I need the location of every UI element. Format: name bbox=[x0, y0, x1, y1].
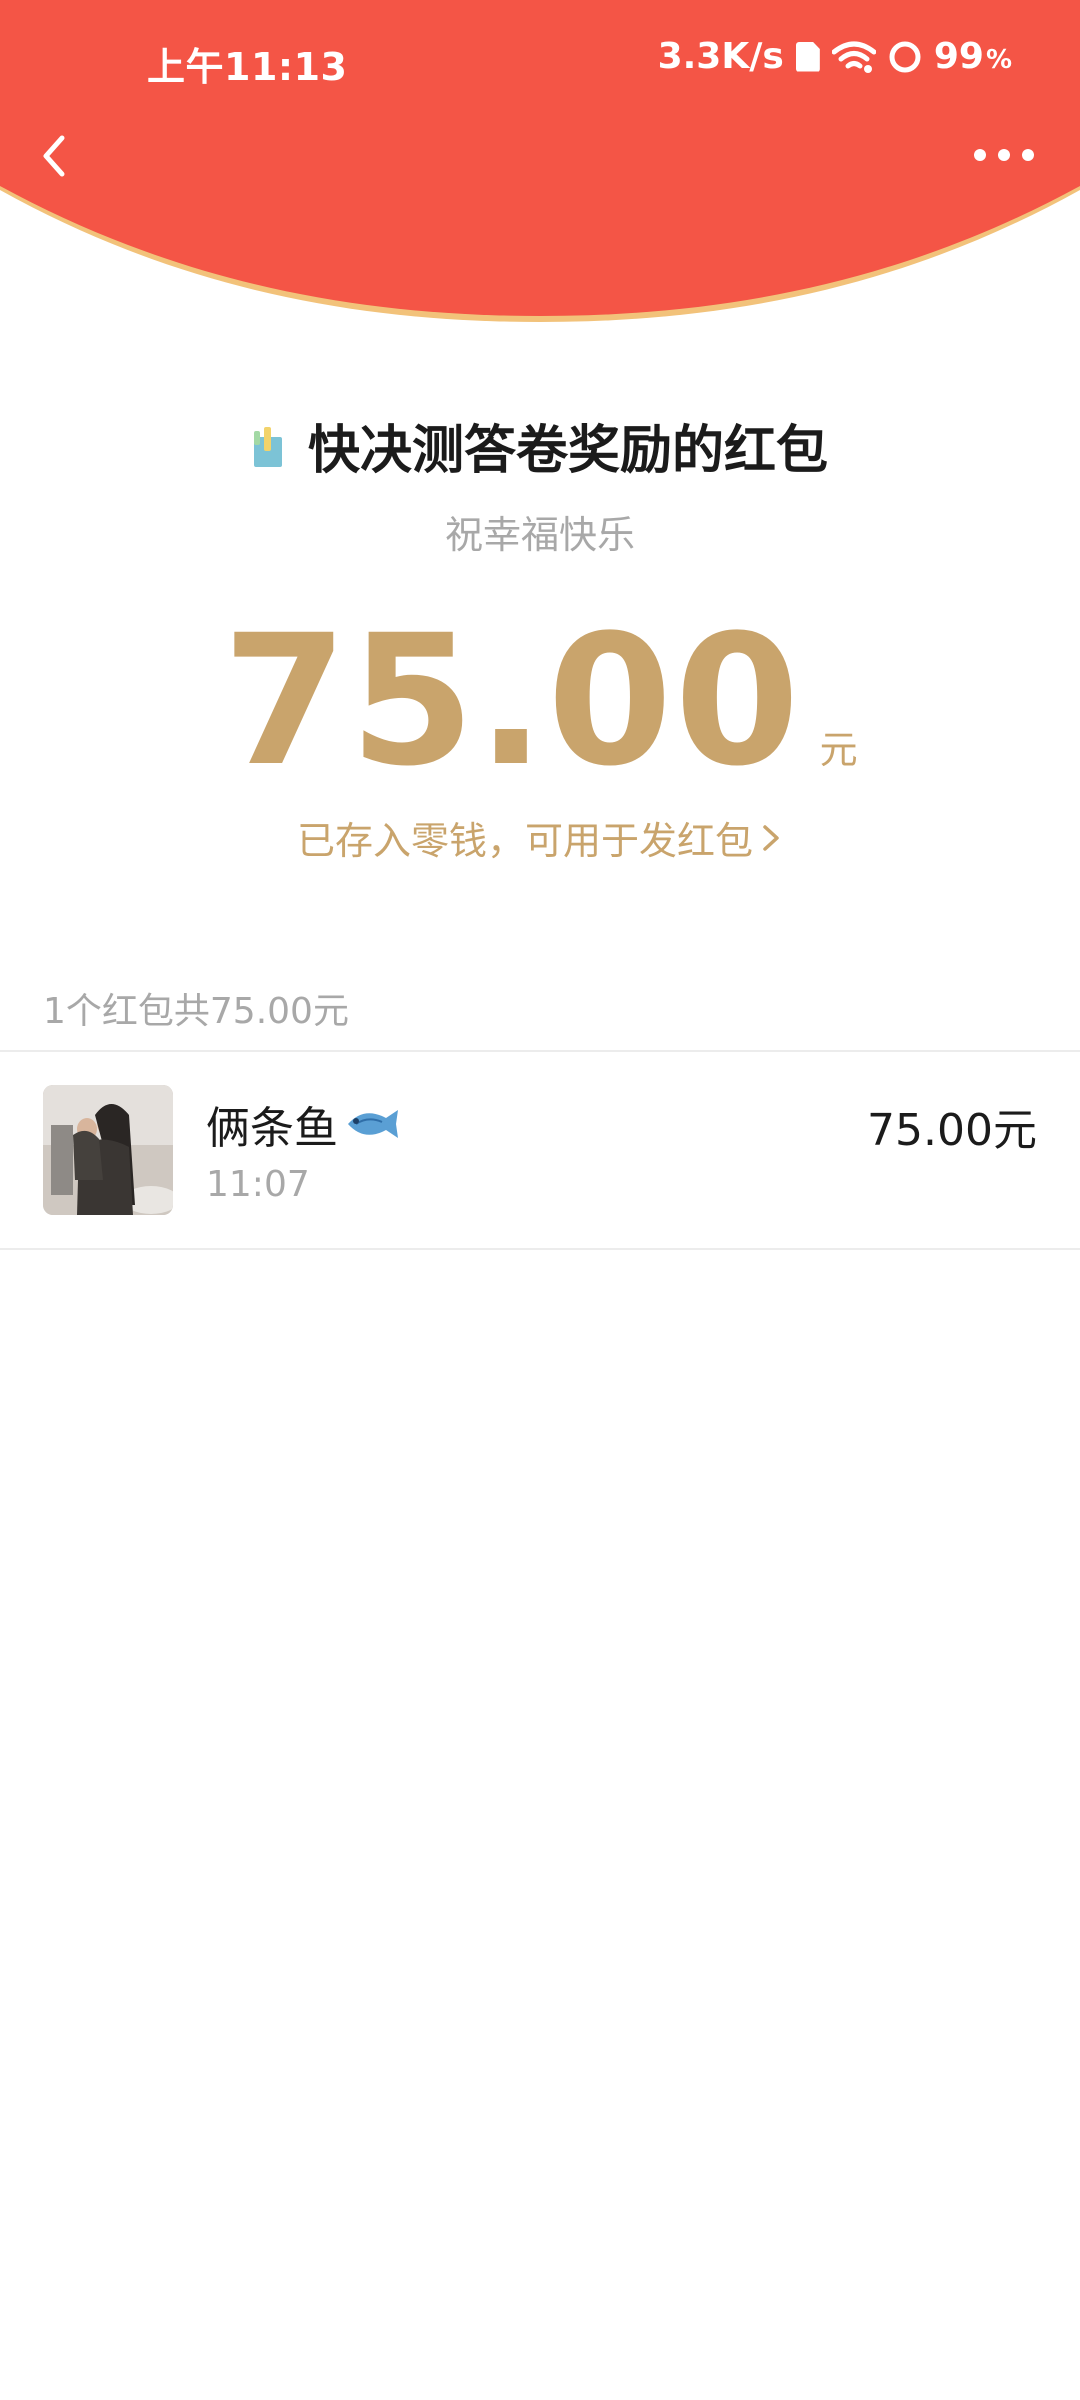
wifi-icon bbox=[831, 41, 876, 73]
amount-value: 75.00 bbox=[222, 597, 802, 806]
status-indicators: 3.3K/s 99 % bbox=[658, 36, 1012, 77]
record-sender-name: 俩条鱼 bbox=[206, 1103, 338, 1154]
avatar-photo bbox=[43, 1085, 173, 1215]
red-packet-detail-page: 上午11:13 3.3K/s 99 % 快决测答卷奖励的红包 祝幸福快乐 75.… bbox=[0, 0, 1080, 2400]
back-button[interactable] bbox=[24, 122, 94, 192]
wallet-change-link-label: 已存入零钱，可用于发红包 bbox=[296, 819, 753, 863]
envelope-title-row: 快决测答卷奖励的红包 bbox=[0, 408, 1080, 483]
amount-row: 75.00 元 bbox=[0, 612, 1080, 792]
blessing-text: 祝幸福快乐 bbox=[444, 513, 635, 557]
battery-percent-sign: % bbox=[985, 44, 1012, 75]
more-button[interactable] bbox=[964, 130, 1044, 180]
wallet-change-link[interactable]: 已存入零钱，可用于发红包 bbox=[0, 810, 1080, 865]
battery-level: 99 bbox=[933, 36, 984, 77]
record-name-row: 俩条鱼 bbox=[206, 1092, 402, 1156]
record-time: 11:07 bbox=[206, 1164, 310, 1205]
avatar bbox=[43, 1085, 173, 1215]
fish-emoji-icon bbox=[348, 1110, 398, 1138]
records-summary: 1个红包共75.00元 bbox=[43, 991, 349, 1032]
sim-card-icon bbox=[795, 41, 820, 72]
network-speed: 3.3K/s bbox=[657, 36, 784, 77]
chevron-left-icon bbox=[43, 135, 65, 177]
amount-unit: 元 bbox=[819, 728, 858, 772]
sender-logo-icon bbox=[253, 426, 282, 467]
list-item[interactable]: 俩条鱼 11:07 75.00元 bbox=[0, 1052, 1080, 1248]
status-bar: 上午11:13 3.3K/s 99 % bbox=[0, 0, 1080, 120]
battery-ring-icon bbox=[889, 41, 921, 72]
envelope-title: 快决测答卷奖励的红包 bbox=[307, 421, 828, 481]
more-dots-icon bbox=[974, 149, 1034, 161]
divider bbox=[0, 1248, 1080, 1250]
record-amount: 75.00元 bbox=[867, 1105, 1037, 1156]
status-time: 上午11:13 bbox=[147, 45, 348, 89]
chevron-right-icon bbox=[763, 824, 779, 851]
